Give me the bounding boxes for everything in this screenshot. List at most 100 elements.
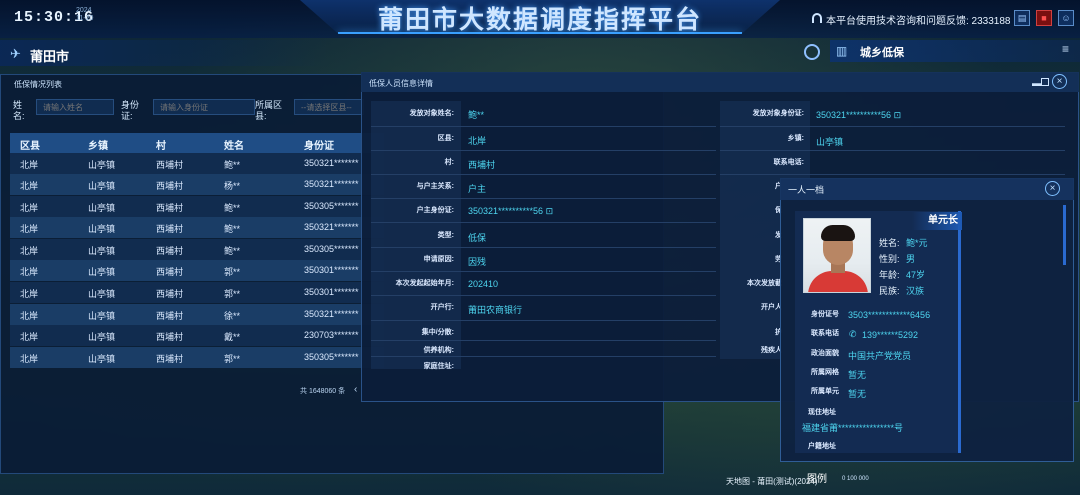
detail-divider	[371, 126, 716, 127]
hukou-label: 户籍地址	[808, 443, 836, 450]
cell-name: 鲍**	[224, 160, 241, 170]
list-panel-title: 低保情况列表	[14, 80, 62, 89]
scrollbar[interactable]	[1063, 205, 1066, 265]
name-search-input[interactable]	[36, 99, 114, 115]
detail-label: 供养机构:	[423, 347, 454, 354]
detail-label: 申请原因:	[423, 256, 454, 263]
county-select[interactable]	[294, 99, 364, 115]
table-row[interactable]: 北岸 山亭镇 西埔村 鲍** 350305*******	[10, 196, 384, 217]
document-icon[interactable]: ▤	[1014, 10, 1030, 26]
map-scale: 0 100 000	[842, 476, 869, 482]
headset-icon	[812, 13, 822, 23]
minimize-icon[interactable]: ▬	[1032, 78, 1041, 88]
cell-town: 山亭镇	[88, 354, 116, 364]
detail-label: 发	[775, 232, 782, 239]
detail-label: 发放对象姓名:	[409, 110, 454, 117]
cell-village: 西埔村	[156, 181, 184, 191]
detail-divider	[371, 356, 716, 357]
cell-county: 北岸	[20, 289, 39, 299]
person-ethnicity: 汉族	[906, 286, 925, 296]
cell-town: 山亭镇	[88, 203, 116, 213]
user-icon[interactable]: ☺	[1058, 10, 1074, 26]
cell-county: 北岸	[20, 354, 39, 364]
person-politics: 中国共产党党员	[848, 351, 912, 361]
cell-county: 北岸	[20, 311, 39, 321]
cell-name: 郭**	[224, 289, 241, 299]
cell-village: 西埔村	[156, 246, 184, 256]
menu-icon[interactable]: ≡	[1062, 42, 1069, 56]
detail-panel-header	[361, 72, 1079, 92]
detail-label: 家庭住址:	[423, 363, 454, 370]
person-phone[interactable]: 139******5292	[862, 330, 918, 340]
column-header-town[interactable]: 乡镇	[88, 137, 108, 152]
search-icon[interactable]	[804, 44, 820, 60]
table-row[interactable]: 北岸 山亭镇 西埔村 鲍** 350305*******	[10, 239, 384, 260]
detail-label: 本次发放截	[747, 280, 782, 287]
alert-icon[interactable]: ■	[1036, 10, 1052, 26]
column-header-county[interactable]: 区县	[20, 137, 40, 152]
cell-village: 西埔村	[156, 332, 184, 342]
cell-county: 北岸	[20, 224, 39, 234]
column-header-id[interactable]: 身份证	[304, 137, 334, 152]
table-row[interactable]: 北岸 山亭镇 西埔村 郭** 350305*******	[10, 347, 384, 368]
detail-value: 西埔村	[468, 160, 496, 170]
detail-value: 350321**********56 ⊡	[468, 206, 554, 216]
role-ribbon: 单元长	[912, 212, 962, 230]
phone-icon[interactable]: ✆	[849, 329, 857, 340]
person-age: 47岁	[906, 270, 926, 280]
detail-value: 鲍**	[468, 110, 485, 120]
cell-town: 山亭镇	[88, 332, 116, 342]
table-row[interactable]: 北岸 山亭镇 西埔村 杨** 350321*******	[10, 174, 384, 195]
detail-label: 开户行:	[430, 304, 454, 311]
detail-label: 村:	[444, 159, 454, 166]
cell-town: 山亭镇	[88, 289, 116, 299]
table-row[interactable]: 北岸 山亭镇 西埔村 郭** 350301*******	[10, 282, 384, 303]
detail-label: 类型:	[437, 232, 454, 239]
person-grid: 暂无	[848, 370, 867, 380]
detail-label: 本次发起起始年月:	[395, 280, 454, 287]
cell-county: 北岸	[20, 160, 39, 170]
close-icon[interactable]: ×	[1052, 74, 1067, 89]
cell-village: 西埔村	[156, 160, 184, 170]
cell-town: 山亭镇	[88, 224, 116, 234]
clock-date: 2024 11-20	[76, 7, 93, 23]
person-gender: 男	[906, 254, 916, 264]
prev-page-icon[interactable]: ‹	[354, 384, 357, 395]
person-card-title: 一人一档	[788, 185, 825, 195]
id-search-input[interactable]	[153, 99, 255, 115]
cell-name: 鲍**	[224, 203, 241, 213]
table-row[interactable]: 北岸 山亭镇 西埔村 戴** 230703*******	[10, 325, 384, 346]
cell-village: 西埔村	[156, 354, 184, 364]
close-icon[interactable]: ×	[1045, 181, 1060, 196]
cell-name: 徐**	[224, 311, 241, 321]
cell-village: 西埔村	[156, 311, 184, 321]
table-row[interactable]: 北岸 山亭镇 西埔村 鲍** 350321*******	[10, 153, 384, 174]
table-row[interactable]: 北岸 山亭镇 西埔村 鲍** 350321*******	[10, 217, 384, 238]
legend-button[interactable]: 图例	[807, 470, 827, 485]
detail-label: 集中/分散:	[421, 329, 454, 336]
cell-county: 北岸	[20, 246, 39, 256]
detail-label: 开户人	[761, 304, 782, 311]
detail-label: 区县:	[437, 135, 454, 142]
detail-label: 护	[775, 329, 782, 336]
detail-value: 山亭镇	[816, 137, 844, 147]
detail-label: 户主身份证:	[416, 207, 454, 214]
detail-label: 保	[775, 207, 782, 214]
detail-divider	[371, 271, 716, 272]
column-header-name[interactable]: 姓名	[224, 137, 244, 152]
cell-county: 北岸	[20, 181, 39, 191]
detail-value: 莆田农商银行	[468, 305, 523, 315]
detail-label: 户	[775, 183, 782, 190]
detail-value: 202410	[468, 279, 499, 289]
detail-label: 与户主关系:	[416, 183, 454, 190]
maximize-icon[interactable]	[1041, 78, 1049, 86]
cell-name: 郭**	[224, 354, 241, 364]
cell-village: 西埔村	[156, 267, 184, 277]
detail-label: 乡镇:	[787, 135, 804, 142]
city-name[interactable]: 莆田市	[30, 46, 69, 65]
table-row[interactable]: 北岸 山亭镇 西埔村 徐** 350321*******	[10, 304, 384, 325]
address-label: 现住地址	[808, 409, 836, 416]
table-row[interactable]: 北岸 山亭镇 西埔村 郭** 350301*******	[10, 260, 384, 281]
detail-label: 劳	[775, 256, 782, 263]
column-header-village[interactable]: 村	[156, 137, 166, 152]
